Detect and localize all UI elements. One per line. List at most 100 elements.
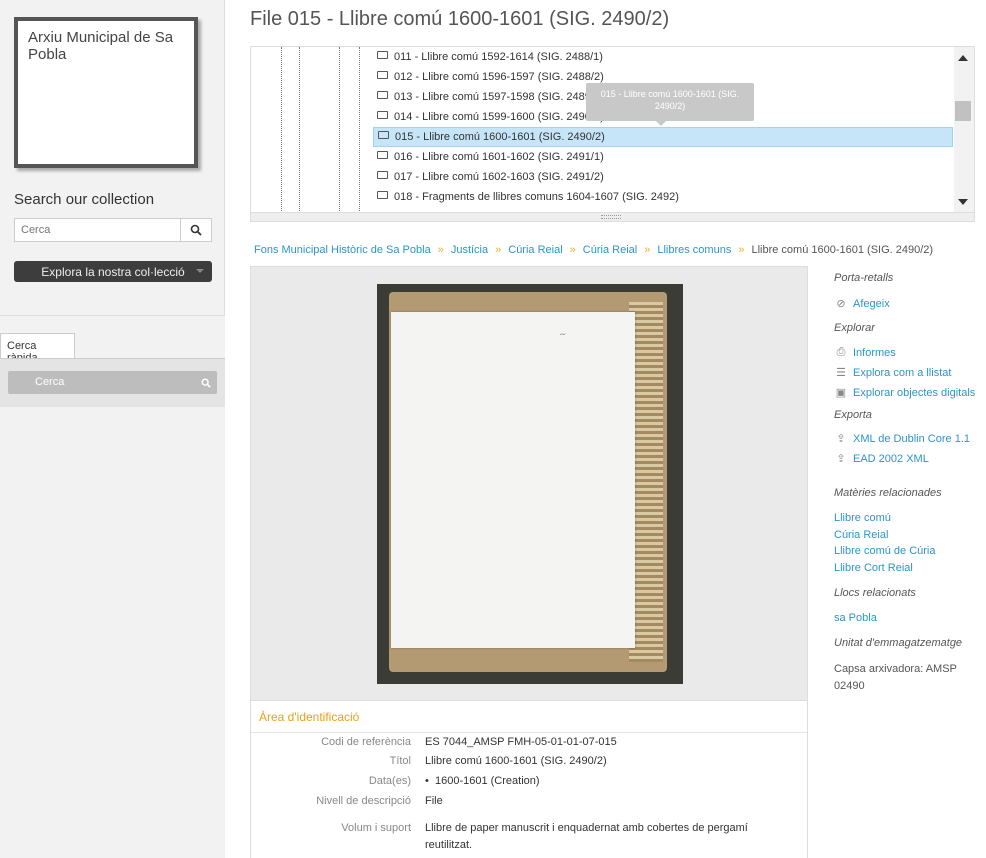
tree-item[interactable]: 017 - Llibre comú 1602-1603 (SIG. 2491/2… — [373, 167, 953, 187]
paper-sheet: ~ — [391, 312, 635, 648]
folder-icon — [377, 171, 388, 179]
logo-text: Arxiu Municipal de Sa Pobla — [28, 29, 174, 63]
quick-search-panel: Cerca — [0, 359, 225, 407]
tree-item[interactable]: 016 - Llibre comú 1601-1602 (SIG. 2491/1… — [373, 147, 953, 167]
breadcrumb-current: Llibre comú 1600-1601 (SIG. 2490/2) — [751, 244, 934, 256]
browse-list-link[interactable]: ☰ Explora com a llistat — [834, 366, 952, 380]
export-dc-link[interactable]: ⇪ XML de Dublin Core 1.1 — [834, 432, 970, 446]
search-form — [14, 218, 212, 242]
tree-tooltip: 015 - Llibre comú 1600-1601 (SIG. 2490/2… — [586, 83, 754, 126]
tree-item[interactable]: 018 - Fragments de llibres comuns 1604-1… — [373, 187, 953, 207]
image-icon: ▣ — [835, 387, 847, 399]
tree-resize-handle[interactable] — [251, 212, 974, 221]
breadcrumb-separator-icon: » — [644, 244, 651, 256]
subject-link[interactable]: Llibre Cort Reial — [834, 562, 913, 574]
subject-link[interactable]: Llibre comú — [834, 512, 891, 524]
field-value: Llibre de paper manuscrit i enquadernat … — [425, 822, 748, 851]
folder-icon — [377, 71, 388, 79]
breadcrumb: Fons Municipal Històric de Sa Pobla » Jus… — [254, 244, 933, 256]
storage-value: Capsa arxivadora: AMSP 02490 — [834, 663, 957, 692]
breadcrumb-separator-icon: » — [738, 244, 745, 256]
search-title: Search our collection — [14, 191, 155, 208]
clipboard-heading: Porta-retalls — [834, 272, 894, 284]
breadcrumb-separator-icon: » — [569, 244, 576, 256]
scroll-down-icon[interactable] — [958, 199, 968, 205]
subject-link[interactable]: Llibre comú de Cúria — [834, 545, 936, 557]
tree-item-label: 012 - Llibre comú 1596-1597 (SIG. 2488/2… — [394, 71, 604, 83]
section-title[interactable]: Àrea d'identificació — [259, 710, 359, 724]
subject-link[interactable]: Cúria Reial — [834, 529, 888, 541]
upload-icon: ⇪ — [836, 453, 846, 465]
digital-objects-label: Explorar objectes digitals — [853, 386, 976, 399]
explore-heading: Explorar — [834, 322, 875, 334]
storage-heading: Unitat d'emmagatzematge — [834, 637, 963, 649]
search-button[interactable] — [181, 218, 212, 242]
reports-link[interactable]: ⎙ Informes — [834, 346, 896, 359]
digital-object-image[interactable]: ~ — [377, 284, 683, 684]
scroll-thumb[interactable] — [955, 101, 971, 121]
tree-item-label: 018 - Fragments de llibres comuns 1604-1… — [394, 191, 679, 203]
quick-search-placeholder: Cerca — [35, 376, 65, 388]
date-value: 1600-1601 (Creation) — [434, 775, 540, 787]
digital-objects-link[interactable]: ▣ Explorar objectes digitals — [834, 386, 976, 400]
export-dc-label: XML de Dublin Core 1.1 — [853, 432, 970, 445]
bullet-icon: • — [425, 775, 435, 787]
breadcrumb-link[interactable]: Cúria Reial — [583, 244, 637, 256]
breadcrumb-link[interactable]: Justícia — [451, 244, 488, 256]
list-icon: ☰ — [836, 367, 846, 379]
field-value: Llibre comú 1600-1601 (SIG. 2490/2) — [425, 755, 607, 767]
grip-icon — [601, 215, 621, 219]
field-label: Títol — [389, 755, 411, 767]
caret-down-icon — [196, 269, 204, 273]
print-icon: ⎙ — [836, 346, 846, 358]
field-label: Nivell de descripció — [316, 795, 411, 807]
field-label: Codi de referència — [321, 736, 411, 748]
field-value: File — [425, 795, 443, 807]
clipboard-add-label: Afegeix — [853, 297, 890, 310]
handwritten-note: ~ — [558, 329, 568, 341]
search-icon — [190, 224, 202, 236]
digital-object-viewer: ~ — [250, 266, 808, 701]
page-title: File 015 - Llibre comú 1600-1601 (SIG. 2… — [250, 8, 670, 30]
browse-collection-button[interactable]: Explora la nostra col·lecció — [14, 261, 212, 282]
search-input[interactable] — [14, 218, 181, 242]
left-sidebar: Arxiu Municipal de Sa Pobla Search our c… — [0, 0, 225, 858]
tree-item[interactable]: 011 - Llibre comú 1592-1614 (SIG. 2488/1… — [373, 47, 953, 67]
sidebar-top-panel: Arxiu Municipal de Sa Pobla Search our c… — [0, 0, 225, 316]
breadcrumb-link[interactable]: Cúria Reial — [508, 244, 562, 256]
search-icon[interactable] — [195, 371, 217, 394]
export-ead-link[interactable]: ⇪ EAD 2002 XML — [834, 452, 929, 466]
export-ead-label: EAD 2002 XML — [853, 452, 929, 465]
paperclip-icon: ⊘ — [836, 298, 846, 310]
tree-scrollbar[interactable] — [954, 47, 974, 213]
folder-icon — [377, 151, 388, 159]
field-label: Data(es) — [368, 775, 411, 787]
browse-list-label: Explora com a llistat — [853, 366, 952, 379]
breadcrumb-link[interactable]: Llibres comuns — [657, 244, 731, 256]
repository-logo[interactable]: Arxiu Municipal de Sa Pobla — [14, 17, 198, 168]
tree-guide-line — [339, 47, 340, 213]
field-value: ES 7044_AMSP FMH-05-01-01-07-015 — [425, 736, 617, 748]
folder-icon — [377, 111, 388, 119]
breadcrumb-separator-icon: » — [437, 244, 444, 256]
upload-icon: ⇪ — [836, 433, 846, 445]
hierarchy-treeview[interactable]: 011 - Llibre comú 1592-1614 (SIG. 2488/1… — [250, 46, 975, 222]
quick-search-input[interactable]: Cerca — [8, 371, 217, 394]
folder-icon — [377, 191, 388, 199]
scroll-up-icon[interactable] — [958, 55, 968, 61]
tree-item-label: 015 - Llibre comú 1600-1601 (SIG. 2490/2… — [395, 131, 605, 143]
folder-icon — [378, 131, 389, 139]
tree-guide-line — [359, 47, 360, 213]
clipboard-add-link[interactable]: ⊘ Afegeix — [834, 297, 890, 311]
tree-item-label: 011 - Llibre comú 1592-1614 (SIG. 2488/1… — [394, 51, 603, 63]
breadcrumb-separator-icon: » — [495, 244, 502, 256]
section-divider — [251, 732, 807, 733]
field-value-date: • 1600-1601 (Creation) — [425, 773, 795, 790]
tree-item-label: 014 - Llibre comú 1599-1600 (SIG. 2490/1… — [394, 111, 604, 123]
tab-quick-search[interactable]: Cerca ràpida — [0, 333, 75, 364]
folder-icon — [377, 51, 388, 59]
place-link[interactable]: sa Pobla — [834, 612, 877, 624]
breadcrumb-link[interactable]: Fons Municipal Històric de Sa Pobla — [254, 244, 431, 256]
tree-item-active[interactable]: 015 - Llibre comú 1600-1601 (SIG. 2490/2… — [373, 127, 953, 147]
tree-item-label: 016 - Llibre comú 1601-1602 (SIG. 2491/1… — [394, 151, 604, 163]
